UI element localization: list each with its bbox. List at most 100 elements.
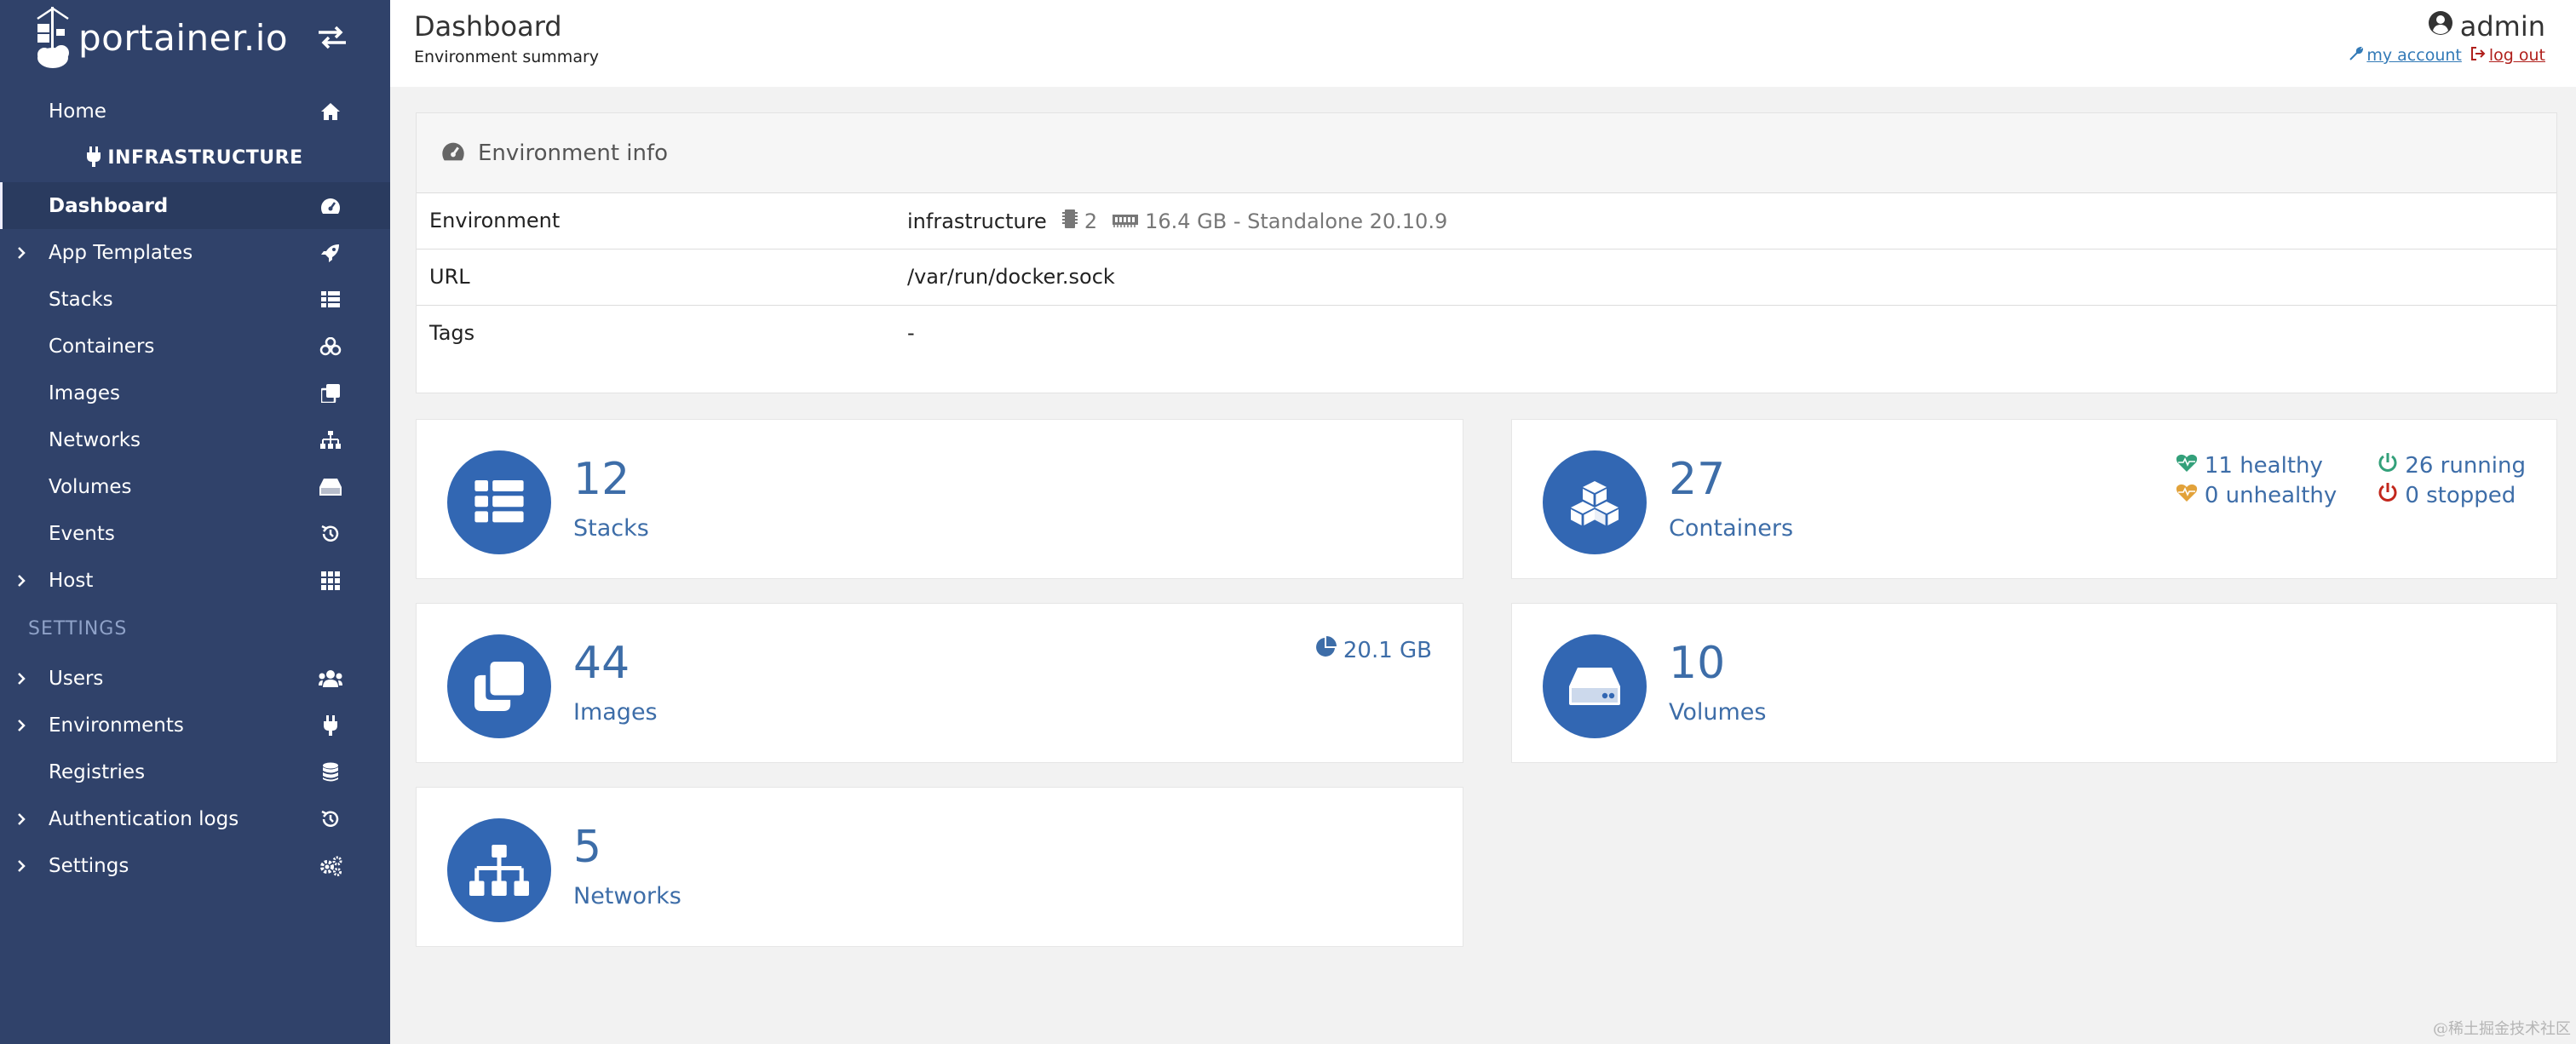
containers-tile[interactable]: 27 Containers 11 healthy 26 running 0 un… — [1511, 419, 2557, 579]
history-icon — [317, 806, 344, 833]
user-links: my account log out — [2349, 46, 2545, 65]
sidebar-item-label: Authentication logs — [49, 807, 239, 830]
networks-tile[interactable]: 5 Networks — [416, 787, 1463, 947]
environment-info-title: Environment info — [478, 140, 669, 166]
stacks-label: Stacks — [573, 515, 649, 542]
url-key: URL — [429, 265, 470, 289]
user-circle-icon — [2428, 10, 2453, 43]
sidebar-item-label: Home — [49, 100, 106, 123]
volumes-icon — [1543, 634, 1647, 738]
images-count: 44 — [573, 638, 630, 689]
plug-icon — [317, 712, 344, 739]
sidebar-item-authentication-logs[interactable]: Authentication logs — [0, 795, 390, 842]
stopped-text: 0 stopped — [2405, 482, 2516, 508]
networks-label: Networks — [573, 883, 681, 909]
settings-header: SETTINGS — [28, 618, 128, 640]
home-icon — [317, 98, 344, 125]
sidebar-item-networks[interactable]: Networks — [0, 416, 390, 463]
top-header: Dashboard Environment summary admin my a… — [390, 0, 2576, 87]
volumes-label: Volumes — [1669, 699, 1767, 726]
sidebar-toggle-icon[interactable] — [315, 24, 349, 51]
my-account-link[interactable]: my account — [2349, 46, 2462, 65]
log-out-link[interactable]: log out — [2470, 46, 2545, 65]
chevron-right-icon — [14, 245, 29, 261]
sitemap-icon — [317, 427, 344, 454]
environment-value: infrastructure 2 16.4 GB - Standalone 20… — [907, 209, 1447, 234]
unhealthy-text: 0 unhealthy — [2204, 482, 2337, 508]
stopped-status: 0 stopped — [2378, 482, 2526, 508]
sidebar-item-containers[interactable]: Containers — [0, 323, 390, 370]
healthy-text: 11 healthy — [2204, 452, 2323, 479]
volumes-count: 10 — [1669, 638, 1726, 689]
environment-info-header: Environment info — [417, 113, 2556, 193]
sidebar-item-label: Settings — [49, 854, 129, 877]
database-icon — [317, 759, 344, 786]
stacks-tile[interactable]: 12 Stacks — [416, 419, 1463, 579]
stacks-icon — [447, 450, 551, 554]
power-off-icon — [2378, 452, 2398, 479]
sidebar-item-stacks[interactable]: Stacks — [0, 276, 390, 323]
images-size-text: 20.1 GB — [1343, 637, 1432, 663]
sidebar-item-label: Registries — [49, 760, 146, 783]
user-name-text: admin — [2459, 10, 2545, 43]
page-title: Dashboard — [414, 10, 562, 43]
volumes-tile[interactable]: 10 Volumes — [1511, 603, 2557, 763]
pie-chart-icon — [1314, 636, 1337, 664]
networks-icon — [447, 818, 551, 922]
sidebar-item-home[interactable]: Home — [0, 88, 390, 135]
url-value: /var/run/docker.sock — [907, 265, 1115, 289]
sidebar-item-label: Stacks — [49, 288, 113, 311]
sidebar-item-volumes[interactable]: Volumes — [0, 463, 390, 510]
images-tile[interactable]: 44 Images 20.1 GB — [416, 603, 1463, 763]
watermark: @稀土掘金技术社区 — [2433, 1020, 2571, 1038]
sidebar-item-label: Events — [49, 522, 115, 545]
images-size: 20.1 GB — [1314, 636, 1432, 664]
chevron-right-icon — [14, 671, 29, 686]
environment-header: INFRASTRUCTURE — [0, 135, 390, 181]
url-row: URL /var/run/docker.sock — [417, 250, 2556, 306]
tachometer-icon — [440, 141, 466, 166]
running-text: 26 running — [2405, 452, 2526, 479]
wrench-icon — [2349, 46, 2364, 65]
page-subtitle: Environment summary — [414, 48, 600, 66]
cogs-icon — [317, 852, 344, 880]
tachometer-icon — [317, 192, 344, 220]
container-status-grid: 11 healthy 26 running 0 unhealthy 0 stop… — [2176, 452, 2526, 508]
tags-key: Tags — [429, 321, 475, 345]
microchip-icon — [1061, 209, 1078, 234]
images-icon — [447, 634, 551, 738]
sidebar-item-registries[interactable]: Registries — [0, 749, 390, 795]
sidebar-item-label: Networks — [49, 428, 141, 451]
my-account-label: my account — [2366, 46, 2462, 65]
heartbeat-icon — [2176, 483, 2198, 508]
tags-row: Tags - — [417, 306, 2556, 362]
sidebar-item-environments[interactable]: Environments — [0, 702, 390, 749]
rocket-icon — [317, 239, 344, 267]
clone-icon — [317, 380, 344, 407]
portainer-logo-icon — [34, 3, 75, 72]
sidebar-item-events[interactable]: Events — [0, 510, 390, 557]
unhealthy-status: 0 unhealthy — [2176, 482, 2337, 508]
sidebar-item-label: Host — [49, 569, 94, 592]
sidebar-item-app-templates[interactable]: App Templates — [0, 229, 390, 276]
chevron-right-icon — [14, 858, 29, 874]
networks-count: 5 — [573, 822, 602, 873]
sidebar-item-settings[interactable]: Settings — [0, 842, 390, 889]
sidebar-item-images[interactable]: Images — [0, 370, 390, 416]
portainer-logo[interactable]: portainer.io — [34, 3, 288, 72]
sidebar-item-label: Dashboard — [49, 194, 169, 217]
cubes-icon — [317, 333, 344, 360]
user-name: admin — [2349, 10, 2545, 43]
chevron-right-icon — [14, 812, 29, 827]
plug-icon — [87, 146, 101, 170]
heartbeat-icon — [2176, 453, 2198, 479]
environment-row: Environment infrastructure 2 16.4 GB - S… — [417, 193, 2556, 250]
memory-and-mode: 16.4 GB - Standalone 20.10.9 — [1145, 209, 1448, 233]
sidebar-item-label: Environments — [49, 714, 184, 737]
sidebar-item-users[interactable]: Users — [0, 655, 390, 702]
containers-count: 27 — [1669, 454, 1726, 505]
sidebar-item-dashboard[interactable]: Dashboard — [0, 182, 390, 229]
environment-key: Environment — [429, 209, 561, 232]
chevron-right-icon — [14, 573, 29, 588]
sidebar-item-host[interactable]: Host — [0, 557, 390, 604]
